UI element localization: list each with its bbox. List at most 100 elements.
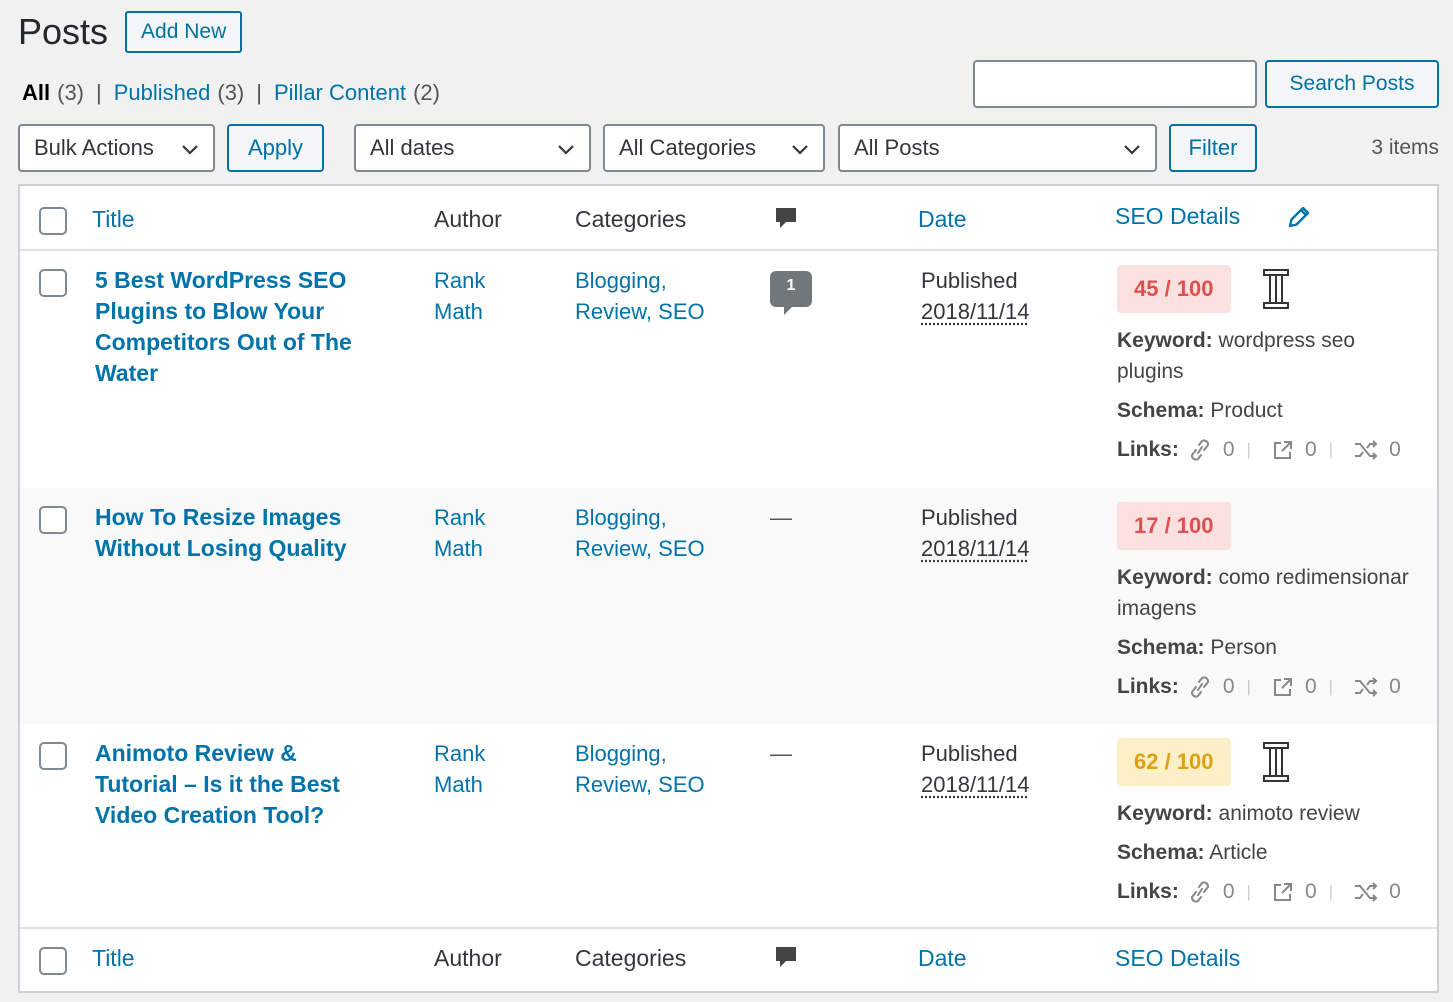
posts-table: Title Author Categories Date SEO Details… xyxy=(18,184,1439,993)
post-date: 2018/11/14 xyxy=(921,536,1030,561)
schema-value: Product xyxy=(1210,399,1283,422)
external-link-icon xyxy=(1273,440,1292,459)
links-label: Links: xyxy=(1117,437,1179,461)
keyword-label: Keyword: xyxy=(1117,329,1213,352)
post-author-link[interactable]: Rank Math xyxy=(434,265,524,327)
schema-label: Schema: xyxy=(1117,399,1205,422)
column-author: Author xyxy=(434,945,502,971)
post-status: Published xyxy=(921,268,1018,293)
external-link-icon xyxy=(1273,882,1292,901)
select-all-checkbox-footer[interactable] xyxy=(39,947,67,975)
row-checkbox[interactable] xyxy=(39,506,67,534)
column-seo-details[interactable]: SEO Details xyxy=(1115,945,1240,972)
incoming-links-count: 0 xyxy=(1389,879,1401,903)
seo-score-badge: 45 / 100 xyxy=(1117,265,1231,313)
categories-select[interactable]: All Categories xyxy=(603,124,825,172)
chevron-down-icon xyxy=(558,145,574,155)
seo-links: Links: 0 | 0 | 0 xyxy=(1117,879,1401,903)
page-title: Posts xyxy=(18,11,109,52)
links-label: Links: xyxy=(1117,879,1179,903)
items-count: 3 items xyxy=(1371,136,1439,159)
column-date[interactable]: Date xyxy=(918,206,967,233)
post-title-link[interactable]: How To Resize Images Without Losing Qual… xyxy=(95,502,385,564)
view-pillar-content[interactable]: Pillar Content xyxy=(274,80,406,106)
view-all[interactable]: All xyxy=(22,80,50,106)
schema-value: Article xyxy=(1209,841,1268,864)
post-author-link[interactable]: Rank Math xyxy=(434,502,524,564)
post-categories-links[interactable]: Blogging, Review, SEO xyxy=(575,502,735,564)
column-title[interactable]: Title xyxy=(92,206,135,233)
table-row: 5 Best WordPress SEO Plugins to Blow You… xyxy=(20,251,1437,488)
pillar-content-icon xyxy=(1263,269,1289,309)
view-pillar-count: (2) xyxy=(413,80,440,105)
shuffle-icon xyxy=(1355,439,1378,460)
row-checkbox[interactable] xyxy=(39,269,67,297)
apply-button[interactable]: Apply xyxy=(227,124,324,172)
page-header: Posts Add New xyxy=(18,10,243,54)
post-categories-links[interactable]: Blogging, Review, SEO xyxy=(575,265,735,327)
row-checkbox[interactable] xyxy=(39,742,67,770)
chevron-down-icon xyxy=(792,145,808,155)
bulk-actions-value: Bulk Actions xyxy=(34,135,154,160)
dates-value: All dates xyxy=(370,135,455,160)
shuffle-icon xyxy=(1355,881,1378,902)
dates-select[interactable]: All dates xyxy=(354,124,591,172)
search-posts-button[interactable]: Search Posts xyxy=(1265,60,1439,108)
comments-icon[interactable] xyxy=(774,206,798,232)
categories-value: All Categories xyxy=(619,135,756,160)
link-icon xyxy=(1190,438,1209,461)
post-date: 2018/11/14 xyxy=(921,299,1030,324)
post-date-cell: Published 2018/11/14 xyxy=(921,738,1029,800)
chevron-down-icon xyxy=(182,145,198,155)
seo-links: Links: 0 | 0 | 0 xyxy=(1117,674,1401,698)
post-date: 2018/11/14 xyxy=(921,772,1030,797)
pencil-icon[interactable] xyxy=(1286,204,1312,230)
link-icon xyxy=(1190,880,1209,903)
post-title-link[interactable]: 5 Best WordPress SEO Plugins to Blow You… xyxy=(95,265,385,389)
select-all-checkbox[interactable] xyxy=(39,207,67,235)
comment-count: 1 xyxy=(786,277,796,294)
links-label: Links: xyxy=(1117,674,1179,698)
view-separator: | xyxy=(256,80,262,105)
seo-links: Links: 0 | 0 | 0 xyxy=(1117,437,1401,461)
keyword-label: Keyword: xyxy=(1117,566,1213,589)
schema-label: Schema: xyxy=(1117,636,1205,659)
column-author: Author xyxy=(434,206,502,232)
keyword-value: animoto review xyxy=(1218,802,1360,825)
column-date[interactable]: Date xyxy=(918,945,967,972)
incoming-links-count: 0 xyxy=(1389,674,1401,698)
column-categories: Categories xyxy=(575,945,687,971)
column-categories: Categories xyxy=(575,206,687,232)
no-comments: — xyxy=(770,741,792,766)
column-title[interactable]: Title xyxy=(92,945,135,972)
schema-label: Schema: xyxy=(1117,841,1205,864)
search-input[interactable] xyxy=(973,60,1257,108)
post-categories-links[interactable]: Blogging, Review, SEO xyxy=(575,738,735,800)
internal-links-count: 0 xyxy=(1222,437,1235,461)
no-comments: — xyxy=(770,505,792,530)
seo-schema: Schema: Article xyxy=(1117,837,1427,868)
add-new-button[interactable]: Add New xyxy=(125,11,243,53)
comment-count-bubble[interactable]: 1 xyxy=(770,271,812,317)
post-author-link[interactable]: Rank Math xyxy=(434,738,524,800)
chevron-down-icon xyxy=(1124,145,1140,155)
schema-value: Person xyxy=(1210,636,1277,659)
column-seo-details[interactable]: SEO Details xyxy=(1115,203,1240,230)
view-published-count: (3) xyxy=(217,80,245,105)
seo-keyword: Keyword: wordpress seo plugins xyxy=(1117,325,1427,387)
posts-filter-select[interactable]: All Posts xyxy=(838,124,1157,172)
post-status: Published xyxy=(921,741,1018,766)
comments-icon[interactable] xyxy=(774,945,798,971)
view-published[interactable]: Published xyxy=(114,80,211,106)
bulk-actions-select[interactable]: Bulk Actions xyxy=(18,124,215,172)
seo-keyword: Keyword: animoto review xyxy=(1117,798,1427,829)
seo-schema: Schema: Person xyxy=(1117,632,1427,663)
shuffle-icon xyxy=(1355,676,1378,697)
external-links-count: 0 xyxy=(1304,674,1317,698)
filter-button[interactable]: Filter xyxy=(1169,124,1257,172)
view-separator: | xyxy=(96,80,102,105)
table-row: How To Resize Images Without Losing Qual… xyxy=(20,488,1437,724)
post-title-link[interactable]: Animoto Review & Tutorial – Is it the Be… xyxy=(95,738,385,831)
post-date-cell: Published 2018/11/14 xyxy=(921,265,1029,327)
table-footer: Title Author Categories Date SEO Details xyxy=(20,927,1437,991)
